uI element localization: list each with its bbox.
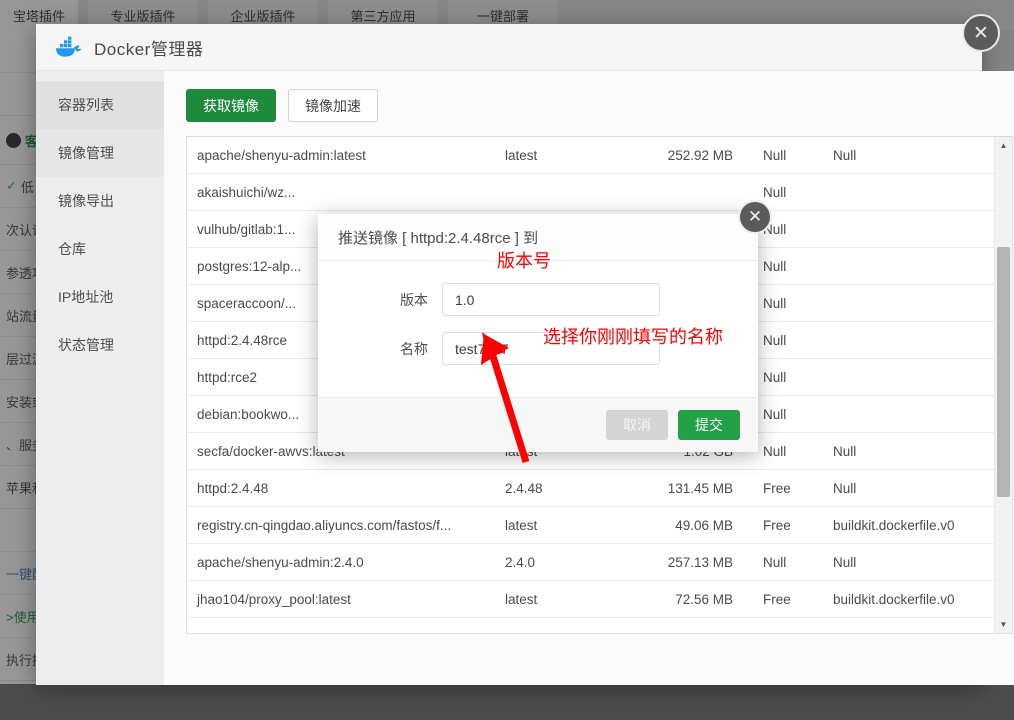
sidebar-item-ip-pool[interactable]: IP地址池	[36, 273, 164, 321]
image-size-cell: 257.13 MB	[619, 543, 759, 581]
image-build-cell: buildkit.dockerfile.v0	[829, 580, 1012, 618]
image-pay-cell: Null	[759, 247, 829, 285]
image-name-cell: apache/shenyu-admin:latest	[187, 137, 501, 174]
image-pay-cell: Null	[759, 543, 829, 581]
image-build-cell	[829, 395, 1012, 433]
image-pay-cell: Null	[759, 358, 829, 396]
image-accelerate-button[interactable]: 镜像加速	[288, 89, 378, 122]
docker-manager-window: Docker管理器 ✕ 容器列表 镜像管理 镜像导出 仓库 IP地址池 状态管理…	[36, 14, 1014, 685]
image-build-cell: Null	[829, 432, 1012, 470]
sidebar-item-image-manage[interactable]: 镜像管理	[36, 129, 164, 177]
image-build-cell	[829, 173, 1012, 211]
image-size-cell: 49.06 MB	[619, 506, 759, 544]
image-pay-cell: Free	[759, 469, 829, 507]
version-input[interactable]: 1.0	[442, 283, 660, 316]
sidebar-item-container-list[interactable]: 容器列表	[36, 81, 164, 129]
image-pay-cell: Free	[759, 506, 829, 544]
image-pay-cell: Null	[759, 321, 829, 359]
image-name-cell: registry.cn-qingdao.aliyuncs.com/fastos/…	[187, 506, 501, 544]
table-row: apache/shenyu-admin:2.4.0 2.4.0 257.13 MB N…	[187, 543, 1012, 581]
image-name-cell: akaishuichi/wz...	[187, 173, 501, 211]
submit-button[interactable]: 提交	[678, 410, 740, 440]
annotation-version-note: 版本号	[497, 251, 551, 271]
pull-image-button[interactable]: 获取镜像	[186, 89, 276, 122]
table-row: registry.cn-qingdao.aliyuncs.com/fastos/…	[187, 506, 1012, 544]
image-size-cell: 252.92 MB	[619, 137, 759, 174]
image-tag-cell: latest	[501, 137, 619, 174]
sidebar-item-status-manage[interactable]: 状态管理	[36, 321, 164, 369]
table-row: apache/shenyu-admin:latest latest 252.92 M…	[187, 137, 1012, 174]
toolbar: 获取镜像 镜像加速	[186, 89, 1013, 122]
table-row: httpd:2.4.482.4.48131.45 MBFreeNull推送|删除	[187, 469, 1012, 507]
image-pay-cell: Null	[759, 137, 829, 174]
image-pay-cell: Null	[759, 173, 829, 211]
version-field-label: 版本	[400, 291, 428, 308]
image-tag-cell	[501, 173, 619, 211]
docker-window-title: Docker管理器	[94, 39, 204, 59]
docker-close-icon[interactable]: ✕	[962, 14, 1000, 52]
image-size-cell: 72.56 MB	[619, 580, 759, 618]
image-build-cell	[829, 321, 1012, 359]
image-tag-cell: 2.4.48	[501, 469, 619, 507]
table-row: jhao104/proxy_pool:latest latest 72.56 MB F…	[187, 580, 1012, 618]
image-build-cell: Null	[829, 543, 1012, 581]
image-size-cell: 131.45 MB	[619, 469, 759, 507]
push-dialog-close-icon[interactable]: ✕	[738, 200, 772, 234]
sidebar-item-repository[interactable]: 仓库	[36, 225, 164, 273]
image-size-cell	[619, 173, 759, 211]
image-pay-cell: Null	[759, 284, 829, 322]
image-tag-cell: 2.4.0	[501, 543, 619, 581]
image-pay-cell: Null	[759, 432, 829, 470]
docker-whale-icon	[54, 36, 84, 58]
image-pay-cell: Null	[759, 395, 829, 433]
image-name-cell: jhao104/proxy_pool:latest	[187, 580, 501, 618]
sidebar-item-image-export[interactable]: 镜像导出	[36, 177, 164, 225]
image-name-cell: httpd:2.4.48	[187, 469, 501, 507]
image-build-cell: Null	[829, 469, 1012, 507]
name-field-label: 名称	[400, 340, 428, 357]
image-pay-cell: Free	[759, 580, 829, 618]
caret-up-icon[interactable]: ▲	[995, 137, 1012, 154]
caret-down-icon[interactable]: ▼	[995, 616, 1012, 633]
image-build-cell: buildkit.dockerfile.v0	[829, 506, 1012, 544]
table-row: akaishuichi/wz...Null推送|删除	[187, 173, 1012, 211]
image-tag-cell: latest	[501, 506, 619, 544]
docker-sidebar: 容器列表 镜像管理 镜像导出 仓库 IP地址池 状态管理	[36, 71, 164, 685]
cancel-button[interactable]: 取消	[606, 410, 668, 440]
docker-window-header: Docker管理器	[36, 24, 982, 71]
image-build-cell: Null	[829, 137, 1012, 174]
image-build-cell	[829, 358, 1012, 396]
image-build-cell	[829, 247, 1012, 285]
annotation-name-note: 选择你刚刚填写的名称	[543, 327, 723, 347]
image-build-cell	[829, 284, 1012, 322]
table-scrollbar[interactable]: ▲ ▼	[994, 137, 1012, 633]
image-name-cell: apache/shenyu-admin:2.4.0	[187, 543, 501, 581]
image-build-cell	[829, 210, 1012, 248]
push-dialog-footer: 取消 提交	[318, 397, 758, 452]
version-field-row: 版本 1.0	[318, 283, 758, 316]
image-tag-cell: latest	[501, 580, 619, 618]
scrollbar-thumb[interactable]	[997, 247, 1010, 497]
